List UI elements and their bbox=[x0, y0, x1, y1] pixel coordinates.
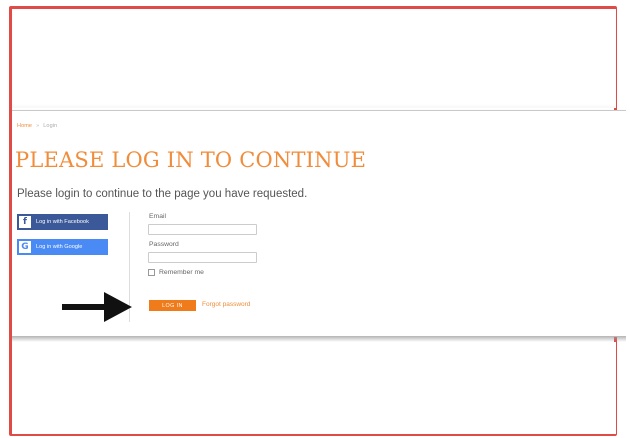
page-title: PLEASE LOG IN TO CONTINUE bbox=[15, 148, 367, 172]
login-button[interactable]: LOG IN bbox=[149, 300, 196, 311]
facebook-login-label: Log in with Facebook bbox=[36, 219, 89, 225]
remember-me-label: Remember me bbox=[159, 269, 204, 276]
right-arrow-icon bbox=[62, 292, 132, 322]
email-field[interactable] bbox=[148, 224, 257, 235]
page-lower-area bbox=[12, 342, 616, 434]
page-subtitle: Please login to continue to the page you… bbox=[17, 188, 308, 200]
forgot-password-link[interactable]: Forgot password bbox=[202, 301, 250, 308]
google-login-label: Log in with Google bbox=[36, 244, 83, 250]
remember-me-checkbox[interactable] bbox=[148, 269, 155, 276]
google-login-button[interactable]: G Log in with Google bbox=[17, 239, 108, 255]
breadcrumb-separator: » bbox=[36, 123, 40, 129]
facebook-login-button[interactable]: f Log in with Facebook bbox=[17, 214, 108, 230]
page-header-area bbox=[12, 9, 616, 108]
facebook-icon: f bbox=[19, 216, 31, 228]
google-icon: G bbox=[19, 241, 31, 253]
breadcrumb-home-link[interactable]: Home bbox=[17, 123, 32, 129]
breadcrumb-current: Login bbox=[43, 123, 58, 129]
password-field[interactable] bbox=[148, 252, 257, 263]
email-label: Email bbox=[149, 213, 166, 220]
password-label: Password bbox=[149, 241, 179, 248]
remember-me: Remember me bbox=[148, 269, 204, 276]
breadcrumb: Home » Login bbox=[17, 123, 57, 129]
